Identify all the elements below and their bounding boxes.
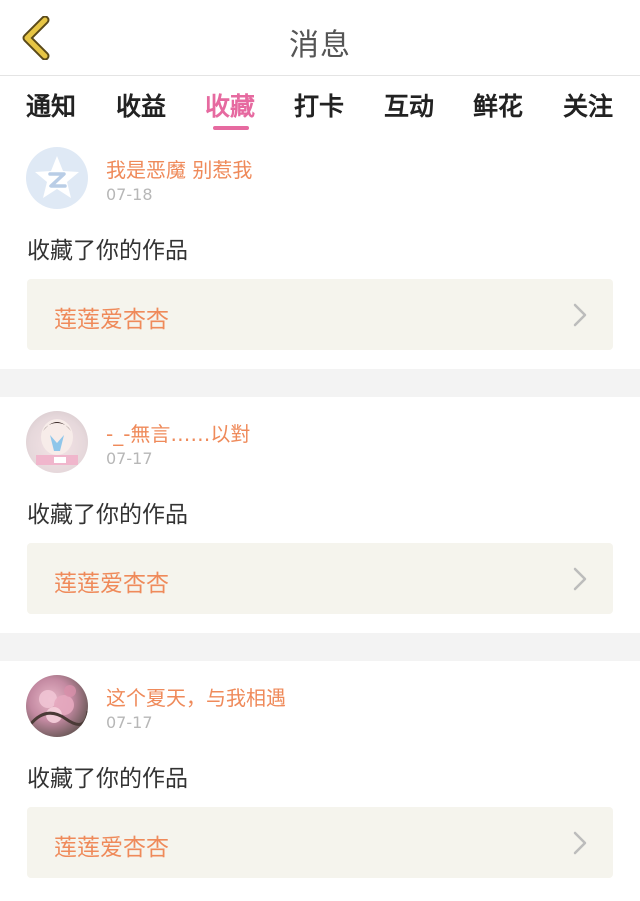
tab-flowers[interactable]: 鲜花 bbox=[473, 87, 523, 123]
timestamp: 07-17 bbox=[106, 713, 153, 732]
work-link[interactable]: 莲莲爱杏杏 bbox=[27, 543, 613, 614]
work-title: 莲莲爱杏杏 bbox=[54, 835, 169, 861]
timestamp: 07-17 bbox=[106, 449, 153, 468]
username[interactable]: 我是恶魔 别惹我 bbox=[106, 154, 252, 183]
timestamp: 07-18 bbox=[106, 185, 153, 204]
tab-following[interactable]: 关注 bbox=[563, 87, 613, 123]
username[interactable]: 这个夏天，与我相遇 bbox=[106, 682, 286, 711]
divider bbox=[0, 633, 640, 661]
divider bbox=[0, 369, 640, 397]
page-title: 消息 bbox=[289, 28, 351, 63]
list-item: 我是恶魔 别惹我 07-18 收藏了你的作品 莲莲爱杏杏 bbox=[0, 133, 640, 369]
tab-favorites[interactable]: 收藏 bbox=[205, 87, 255, 123]
work-link[interactable]: 莲莲爱杏杏 bbox=[27, 807, 613, 878]
active-tab-indicator bbox=[213, 126, 249, 130]
tab-notification[interactable]: 通知 bbox=[26, 87, 76, 123]
chevron-right-icon bbox=[573, 567, 587, 591]
flower-photo-avatar-icon bbox=[28, 685, 88, 726]
username[interactable]: -_-無言……以對 bbox=[106, 418, 250, 447]
avatar[interactable] bbox=[26, 675, 88, 737]
favorites-list: 我是恶魔 别惹我 07-18 收藏了你的作品 莲莲爱杏杏 -_-無言……以對 0… bbox=[0, 133, 640, 897]
avatar[interactable] bbox=[26, 147, 88, 209]
action-text: 收藏了你的作品 bbox=[27, 502, 188, 528]
tab-earnings[interactable]: 收益 bbox=[116, 87, 166, 123]
list-item: -_-無言……以對 07-17 收藏了你的作品 莲莲爱杏杏 bbox=[0, 397, 640, 633]
tab-checkin[interactable]: 打卡 bbox=[294, 87, 344, 123]
tab-interaction[interactable]: 互动 bbox=[384, 87, 434, 123]
qq-star-avatar-icon bbox=[35, 156, 79, 198]
action-text: 收藏了你的作品 bbox=[27, 766, 188, 792]
top-bar: 消息 bbox=[0, 0, 640, 76]
action-text: 收藏了你的作品 bbox=[27, 238, 188, 264]
tab-bar: 通知 收益 收藏 打卡 互动 鲜花 关注 bbox=[0, 77, 640, 133]
avatar[interactable] bbox=[26, 411, 88, 473]
list-item: 这个夏天，与我相遇 07-17 收藏了你的作品 莲莲爱杏杏 bbox=[0, 661, 640, 897]
work-link[interactable]: 莲莲爱杏杏 bbox=[27, 279, 613, 350]
work-title: 莲莲爱杏杏 bbox=[54, 571, 169, 597]
chevron-right-icon bbox=[573, 303, 587, 327]
user-photo-avatar-icon bbox=[36, 419, 78, 465]
chevron-right-icon bbox=[573, 831, 587, 855]
work-title: 莲莲爱杏杏 bbox=[54, 307, 169, 333]
